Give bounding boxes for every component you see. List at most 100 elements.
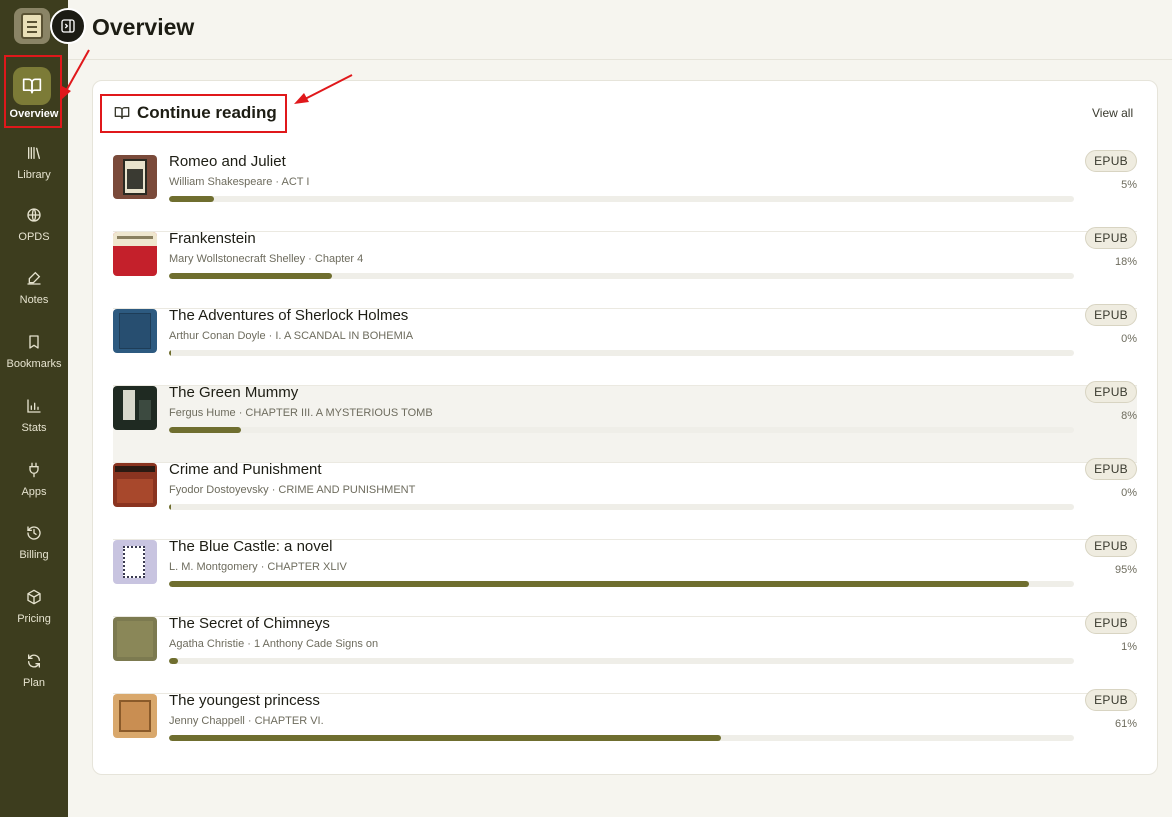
sidebar-item-label: Pricing: [17, 613, 51, 625]
format-badge: EPUB: [1085, 535, 1137, 557]
sidebar-item-library[interactable]: Library: [0, 143, 68, 181]
sidebar-collapse-icon: [61, 19, 75, 33]
format-badge: EPUB: [1085, 689, 1137, 711]
open-book-icon: [114, 107, 130, 119]
progress-percent: 1%: [1121, 641, 1137, 653]
book-row[interactable]: The Secret of Chimneys Agatha Christie ·…: [113, 612, 1137, 694]
book-row[interactable]: The youngest princess Jenny Chappell · C…: [113, 689, 1137, 771]
book-subtitle: Mary Wollstonecraft Shelley · Chapter 4: [169, 253, 364, 265]
format-badge: EPUB: [1085, 381, 1137, 403]
book-row[interactable]: Romeo and Juliet William Shakespeare · A…: [113, 150, 1137, 232]
format-badge: EPUB: [1085, 304, 1137, 326]
progress-fill: [169, 735, 722, 741]
book-title[interactable]: Frankenstein: [169, 230, 256, 247]
book-subtitle: Fergus Hume · CHAPTER III. A MYSTERIOUS …: [169, 407, 433, 419]
book-cover[interactable]: [113, 694, 157, 738]
book-title[interactable]: Crime and Punishment: [169, 461, 322, 478]
book-row[interactable]: Frankenstein Mary Wollstonecraft Shelley…: [113, 227, 1137, 309]
sidebar-item-billing[interactable]: Billing: [0, 523, 68, 561]
sidebar-item-label: Apps: [21, 486, 47, 498]
globe-icon: [24, 205, 44, 225]
progress-fill: [169, 273, 332, 279]
app-logo[interactable]: [14, 8, 50, 44]
plug-icon: [24, 460, 44, 480]
progress-percent: 0%: [1121, 487, 1137, 499]
sidebar-item-stats[interactable]: Stats: [0, 396, 68, 434]
section-title: Continue reading: [137, 103, 277, 122]
progress-fill: [169, 504, 171, 510]
progress-bar: [169, 581, 1074, 587]
sidebar-item-label: Billing: [19, 549, 49, 561]
sidebar-item-notes[interactable]: Notes: [0, 268, 68, 306]
package-icon: [24, 587, 44, 607]
sidebar-item-label: Stats: [21, 422, 47, 434]
progress-fill: [169, 350, 171, 356]
header-divider: [68, 59, 1172, 60]
progress-percent: 18%: [1114, 256, 1137, 268]
progress-bar: [169, 735, 1074, 741]
book-cover[interactable]: [113, 540, 157, 584]
format-badge: EPUB: [1085, 150, 1137, 172]
book-cover[interactable]: [113, 617, 157, 661]
book-cover[interactable]: [113, 386, 157, 430]
open-book-icon: [22, 78, 42, 94]
book-row[interactable]: The Adventures of Sherlock Holmes Arthur…: [113, 304, 1137, 386]
sidebar-item-opds[interactable]: OPDS: [0, 205, 68, 243]
progress-bar: [169, 350, 1074, 356]
book-subtitle: Jenny Chappell · CHAPTER VI.: [169, 715, 324, 727]
progress-bar: [169, 658, 1074, 664]
sidebar-item-label: Bookmarks: [6, 358, 62, 370]
book-cover[interactable]: [113, 463, 157, 507]
progress-fill: [169, 196, 215, 202]
logo-book-icon: [21, 13, 43, 39]
progress-percent: 61%: [1114, 718, 1137, 730]
sidebar-toggle-button[interactable]: [50, 8, 86, 44]
sidebar-item-label: Plan: [22, 677, 46, 689]
refresh-icon: [24, 651, 44, 671]
sidebar: Overview Library OPDS Notes Bookmarks St…: [0, 0, 68, 817]
book-cover[interactable]: [113, 155, 157, 199]
book-row[interactable]: The Green Mummy Fergus Hume · CHAPTER II…: [113, 381, 1137, 463]
progress-fill: [169, 427, 242, 433]
book-subtitle: Fyodor Dostoyevsky · CRIME AND PUNISHMEN…: [169, 484, 416, 496]
progress-fill: [169, 658, 179, 664]
bookmark-icon: [24, 332, 44, 352]
sidebar-item-bookmarks[interactable]: Bookmarks: [0, 332, 68, 370]
progress-fill: [169, 581, 1029, 587]
sidebar-item-overview[interactable]: [13, 67, 51, 105]
format-badge: EPUB: [1085, 458, 1137, 480]
book-title[interactable]: The Blue Castle: a novel: [169, 538, 332, 555]
bar-chart-icon: [24, 396, 44, 416]
book-subtitle: L. M. Montgomery · CHAPTER XLIV: [169, 561, 347, 573]
sidebar-item-label: OPDS: [18, 231, 50, 243]
book-title[interactable]: The Green Mummy: [169, 384, 298, 401]
book-subtitle: Agatha Christie · 1 Anthony Cade Signs o…: [169, 638, 379, 650]
progress-bar: [169, 504, 1074, 510]
page-title: Overview: [92, 14, 195, 40]
sidebar-item-label: Notes: [19, 294, 49, 306]
sidebar-item-overview-label: Overview: [9, 108, 59, 120]
sidebar-item-pricing[interactable]: Pricing: [0, 587, 68, 625]
book-subtitle: William Shakespeare · ACT I: [169, 176, 310, 188]
book-title[interactable]: Romeo and Juliet: [169, 153, 286, 170]
view-all-link[interactable]: View all: [1092, 106, 1133, 120]
book-subtitle: Arthur Conan Doyle · I. A SCANDAL IN BOH…: [169, 330, 414, 342]
progress-percent: 8%: [1121, 410, 1137, 422]
format-badge: EPUB: [1085, 612, 1137, 634]
book-title[interactable]: The youngest princess: [169, 692, 320, 709]
book-row[interactable]: Crime and Punishment Fyodor Dostoyevsky …: [113, 458, 1137, 540]
progress-bar: [169, 196, 1074, 202]
sidebar-item-apps[interactable]: Apps: [0, 460, 68, 498]
history-icon: [24, 523, 44, 543]
book-cover[interactable]: [113, 232, 157, 276]
book-title[interactable]: The Secret of Chimneys: [169, 615, 330, 632]
sidebar-item-plan[interactable]: Plan: [0, 651, 68, 689]
book-row[interactable]: The Blue Castle: a novel L. M. Montgomer…: [113, 535, 1137, 617]
sidebar-item-label: Library: [17, 169, 51, 181]
pen-icon: [24, 268, 44, 288]
library-icon: [24, 143, 44, 163]
book-cover[interactable]: [113, 309, 157, 353]
book-title[interactable]: The Adventures of Sherlock Holmes: [169, 307, 408, 324]
progress-percent: 0%: [1121, 333, 1137, 345]
progress-bar: [169, 427, 1074, 433]
